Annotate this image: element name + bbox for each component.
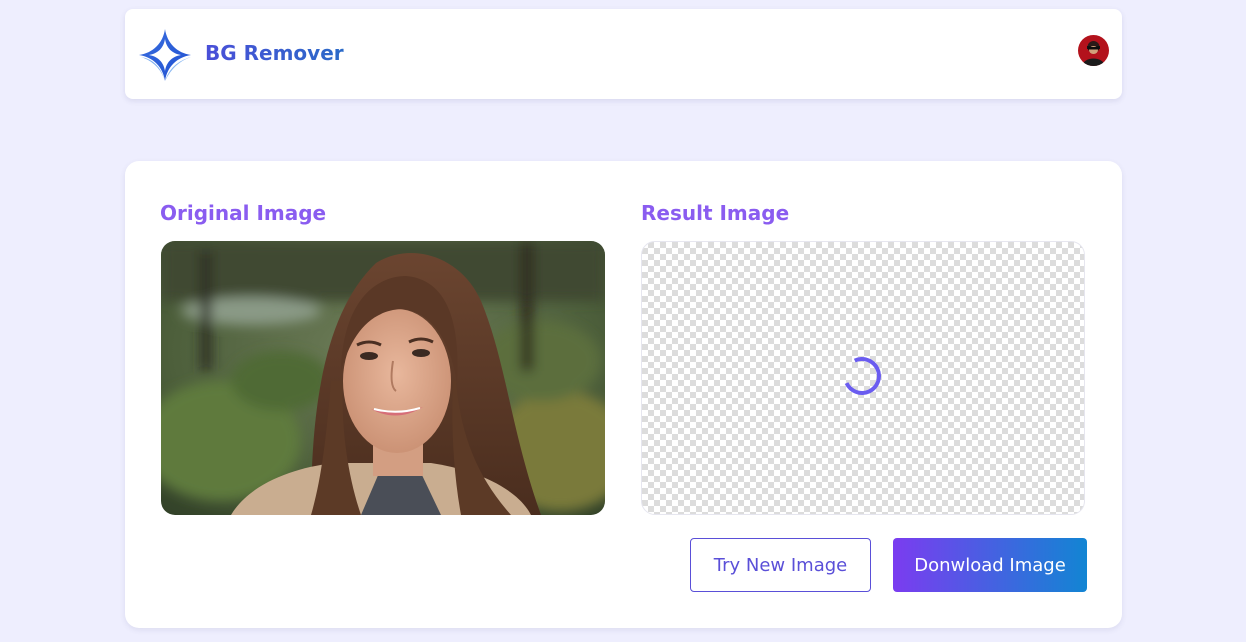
result-image-title: Result Image (641, 201, 790, 225)
editor-card: Original Image Result Image Try New Imag… (125, 161, 1122, 628)
original-image-title: Original Image (160, 201, 327, 225)
original-image-preview (161, 241, 605, 515)
brand-name[interactable]: BG Remover (205, 41, 344, 65)
try-new-image-button[interactable]: Try New Image (690, 538, 871, 592)
result-image-preview (641, 241, 1085, 515)
user-avatar-icon[interactable] (1078, 35, 1109, 66)
sparkle-star-logo-icon[interactable] (137, 27, 193, 83)
download-image-button[interactable]: Donwload Image (893, 538, 1087, 592)
navbar: BG Remover (125, 9, 1122, 99)
loading-spinner-icon (837, 351, 887, 401)
